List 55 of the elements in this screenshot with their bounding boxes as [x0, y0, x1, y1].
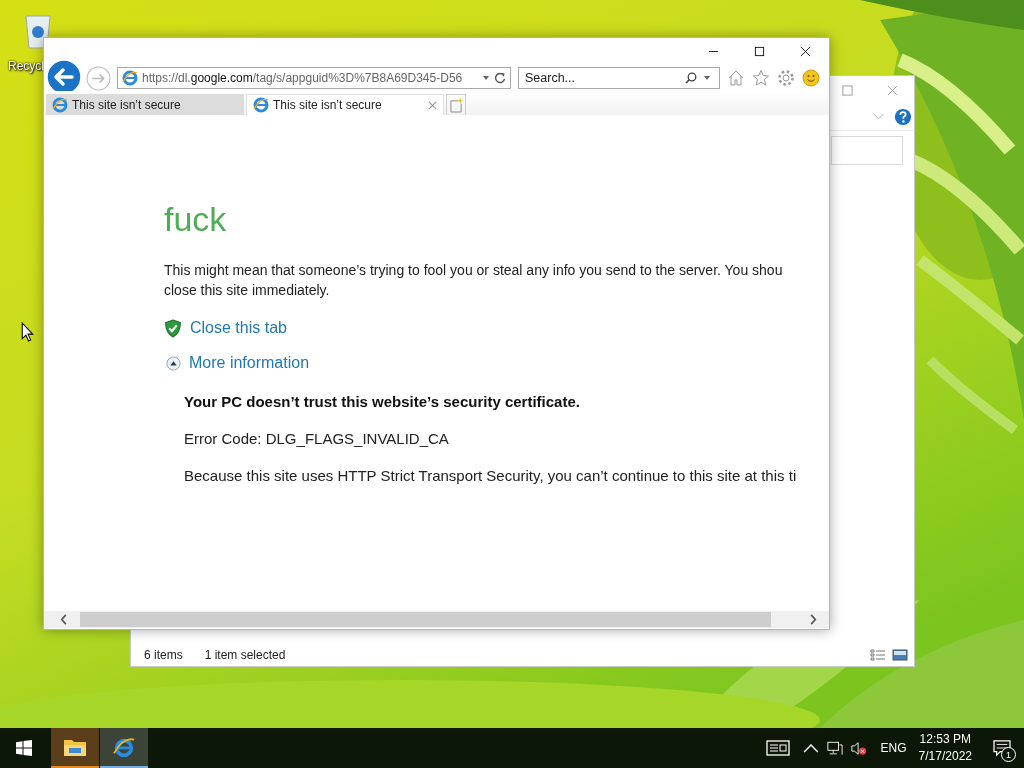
selection-count: 1 item selected [204, 648, 286, 662]
item-count: 6 items [144, 648, 183, 662]
maximize-icon [753, 46, 765, 57]
close-icon[interactable] [428, 100, 437, 110]
browser-logo-icon [52, 96, 68, 113]
star-icon[interactable] [752, 69, 770, 87]
details-text: Because this site uses HTTP Strict Transport Security, you can’t continue to this site at this ti [184, 467, 798, 485]
volume-muted-icon[interactable] [850, 740, 867, 756]
action-center-button[interactable]: 1 [990, 736, 1014, 760]
file-explorer-button[interactable] [51, 728, 99, 768]
clock[interactable]: 12:53 PM 7/17/2022 [918, 731, 972, 765]
dropdown-icon[interactable] [703, 74, 711, 82]
thumbnail-view-icon[interactable] [892, 649, 908, 661]
home-icon[interactable] [727, 69, 745, 87]
news-icon[interactable] [765, 740, 790, 756]
date-text: 7/17/2022 [918, 748, 972, 765]
search-field[interactable]: Search... [518, 67, 720, 89]
notification-badge: 1 [1001, 747, 1016, 762]
page-heading: fuck [164, 199, 228, 239]
browser-button[interactable] [100, 728, 148, 768]
help-icon[interactable] [894, 108, 912, 126]
tab-title: This site isn’t secure [72, 97, 182, 112]
details-view-icon[interactable] [870, 649, 886, 661]
browser-tab[interactable]: This site isn’t secure [246, 94, 444, 115]
windows-logo-icon [16, 740, 32, 756]
search-icon[interactable] [685, 72, 697, 84]
browser-logo-icon [253, 97, 269, 113]
shield-check-icon [164, 318, 182, 338]
time-text: 12:53 PM [919, 731, 971, 748]
desktop-icon-label: Recycl [8, 59, 44, 73]
warning-text: This might mean that someone’s trying to fool you or steal any info you send to the server. You shou close this site immediately. [164, 261, 784, 300]
close-icon [799, 46, 811, 57]
details-title: Your PC doesn’t trust this website’s security certificate. [184, 393, 581, 411]
network-icon[interactable] [826, 740, 843, 756]
scrollbar-thumb[interactable] [80, 612, 771, 627]
close-tab-link[interactable]: Close this tab [190, 319, 287, 337]
dropdown-icon[interactable] [482, 74, 490, 82]
language-indicator[interactable]: ENG [880, 741, 907, 755]
browser-tab[interactable]: This site isn’t secure [46, 94, 244, 115]
settings-icon[interactable] [777, 69, 795, 87]
error-code: Error Code: DLG_FLAGS_INVALID_CA [184, 430, 450, 448]
address-bar[interactable]: https://dl.google.com/tag/s/appguid%3D%7B8A69D345-D56 [117, 67, 511, 89]
more-information-link[interactable]: More information [189, 354, 310, 372]
cursor-icon [21, 322, 34, 342]
refresh-icon[interactable] [494, 72, 506, 84]
browser-logo-icon [122, 70, 138, 86]
browser-logo-icon [112, 736, 136, 758]
new-tab-icon [449, 97, 463, 113]
notifications-icon [993, 740, 1011, 756]
horizontal-scrollbar[interactable] [44, 611, 829, 628]
close-icon[interactable] [887, 84, 898, 96]
search-field[interactable] [831, 136, 903, 165]
smiley-icon[interactable] [802, 69, 820, 87]
tab-title: This site isn’t secure [273, 98, 383, 112]
collapse-icon[interactable] [166, 355, 181, 371]
